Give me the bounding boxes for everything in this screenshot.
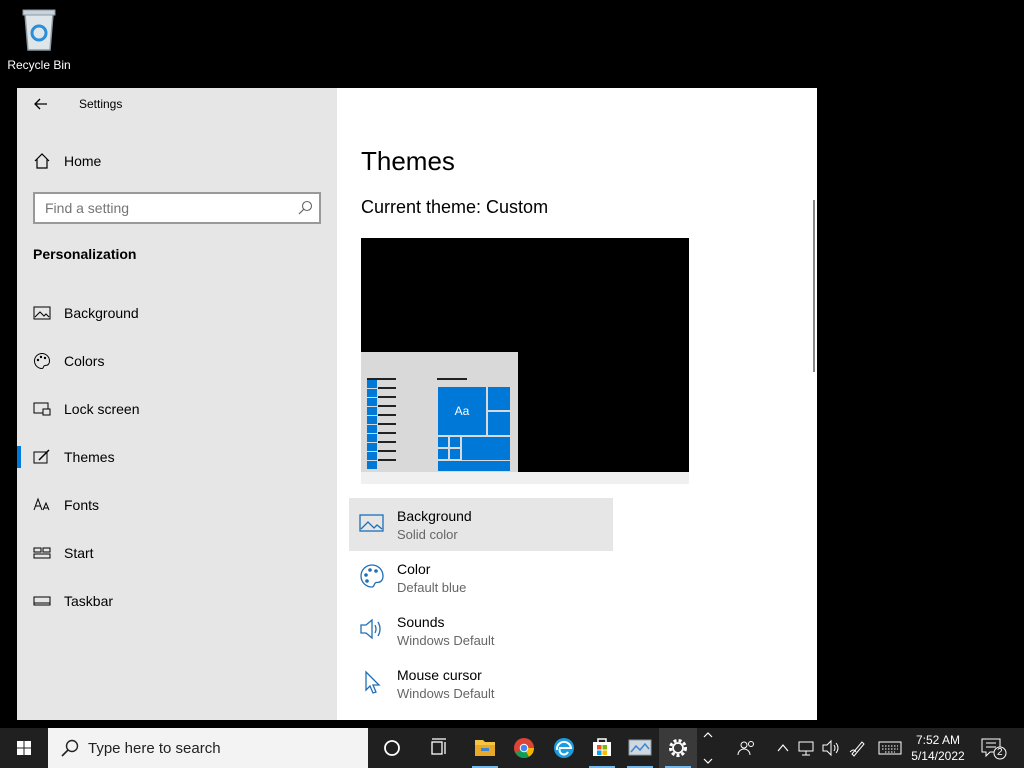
- option-subtitle: Windows Default: [397, 686, 495, 701]
- sidebar-item-label: Background: [64, 305, 139, 321]
- settings-search-box[interactable]: [33, 192, 321, 224]
- option-title: Mouse cursor: [397, 667, 482, 683]
- taskbar-search-box[interactable]: Type here to search: [48, 728, 368, 768]
- option-title: Background: [397, 508, 472, 524]
- settings-window: Settings Home Personalization Background: [17, 88, 817, 720]
- option-title: Sounds: [397, 614, 445, 630]
- scrollbar[interactable]: [813, 200, 815, 372]
- taskbar-search-placeholder: Type here to search: [88, 740, 221, 757]
- taskbar: Type here to search 7:52 AM 5/14/2022 2: [0, 728, 1024, 768]
- speaker-icon: [359, 616, 385, 642]
- themes-icon: [33, 448, 51, 466]
- option-title: Color: [397, 561, 431, 577]
- people-icon[interactable]: [737, 738, 757, 758]
- sidebar-item-home[interactable]: Home: [17, 144, 337, 178]
- recycle-bin-desktop-icon[interactable]: Recycle Bin: [4, 6, 74, 72]
- preview-start-panel: Aa: [361, 352, 518, 472]
- control-panel-button[interactable]: [621, 728, 659, 768]
- chevron-up-icon[interactable]: [773, 738, 793, 758]
- chrome-button[interactable]: [505, 728, 543, 768]
- theme-preview: Aa: [361, 238, 689, 484]
- action-center-button[interactable]: 2: [978, 736, 1008, 760]
- sidebar-item-themes[interactable]: Themes: [17, 437, 337, 477]
- option-subtitle: Solid color: [397, 527, 458, 542]
- sidebar-item-label: Themes: [64, 449, 115, 465]
- sidebar-item-lock-screen[interactable]: Lock screen: [17, 389, 337, 429]
- microsoft-store-button[interactable]: [583, 728, 621, 768]
- touch-keyboard-icon[interactable]: [878, 738, 902, 758]
- sidebar-item-colors[interactable]: Colors: [17, 341, 337, 381]
- notification-count: 2: [997, 747, 1003, 758]
- start-button[interactable]: [0, 728, 48, 768]
- window-title: Settings: [79, 97, 123, 111]
- cursor-icon: [359, 669, 385, 695]
- palette-icon: [33, 352, 51, 370]
- cortana-button[interactable]: [373, 728, 411, 768]
- home-icon: [33, 152, 51, 170]
- sidebar-item-start[interactable]: Start: [17, 533, 337, 573]
- volume-icon[interactable]: [821, 738, 841, 758]
- recycle-bin-icon: [19, 6, 59, 52]
- sidebar-item-label: Colors: [64, 353, 105, 369]
- clock-date: 5/14/2022: [911, 749, 965, 763]
- task-view-button[interactable]: [420, 728, 458, 768]
- picture-icon: [33, 304, 51, 322]
- sidebar: Settings Home Personalization Background: [17, 88, 337, 720]
- page-title: Themes: [361, 146, 455, 176]
- preview-tile-label: Aa: [437, 386, 487, 436]
- theme-option-sounds[interactable]: Sounds Windows Default: [349, 604, 613, 657]
- picture-icon: [359, 510, 385, 536]
- home-label: Home: [64, 153, 102, 169]
- edge-button[interactable]: [545, 728, 583, 768]
- clock-time: 7:52 AM: [915, 733, 961, 747]
- sidebar-item-label: Taskbar: [64, 593, 114, 609]
- recycle-bin-label: Recycle Bin: [7, 58, 71, 72]
- current-theme-title: Current theme: Custom: [361, 197, 549, 217]
- taskbar-clock[interactable]: 7:52 AM 5/14/2022: [904, 732, 972, 764]
- sidebar-item-fonts[interactable]: Fonts: [17, 485, 337, 525]
- sidebar-item-taskbar[interactable]: Taskbar: [17, 581, 337, 621]
- taskbar-icon: [33, 592, 51, 610]
- sidebar-item-background[interactable]: Background: [17, 293, 337, 333]
- taskbar-scroll-button[interactable]: [698, 728, 718, 768]
- palette-icon: [359, 563, 385, 589]
- main-content: Themes Current theme: Custom Aa Backgrou…: [337, 88, 817, 720]
- theme-option-mouse-cursor[interactable]: Mouse cursor Windows Default: [349, 657, 613, 710]
- search-icon: [60, 738, 80, 758]
- search-icon[interactable]: [297, 200, 313, 216]
- theme-option-background[interactable]: Background Solid color: [349, 498, 613, 551]
- file-explorer-button[interactable]: [466, 728, 504, 768]
- settings-taskbar-button[interactable]: [659, 728, 697, 768]
- section-title: Personalization: [33, 246, 137, 262]
- back-arrow-icon[interactable]: [31, 94, 51, 114]
- option-subtitle: Windows Default: [397, 633, 495, 648]
- theme-option-color[interactable]: Color Default blue: [349, 551, 613, 604]
- sidebar-item-label: Fonts: [64, 497, 100, 513]
- option-subtitle: Default blue: [397, 580, 467, 595]
- network-icon[interactable]: [797, 738, 817, 758]
- search-input[interactable]: [35, 194, 275, 222]
- sidebar-item-label: Start: [64, 545, 94, 561]
- sidebar-item-label: Lock screen: [64, 401, 140, 417]
- pen-workspace-icon[interactable]: [848, 738, 868, 758]
- start-icon: [33, 544, 51, 562]
- fonts-icon: [33, 496, 51, 514]
- lock-screen-icon: [33, 400, 51, 418]
